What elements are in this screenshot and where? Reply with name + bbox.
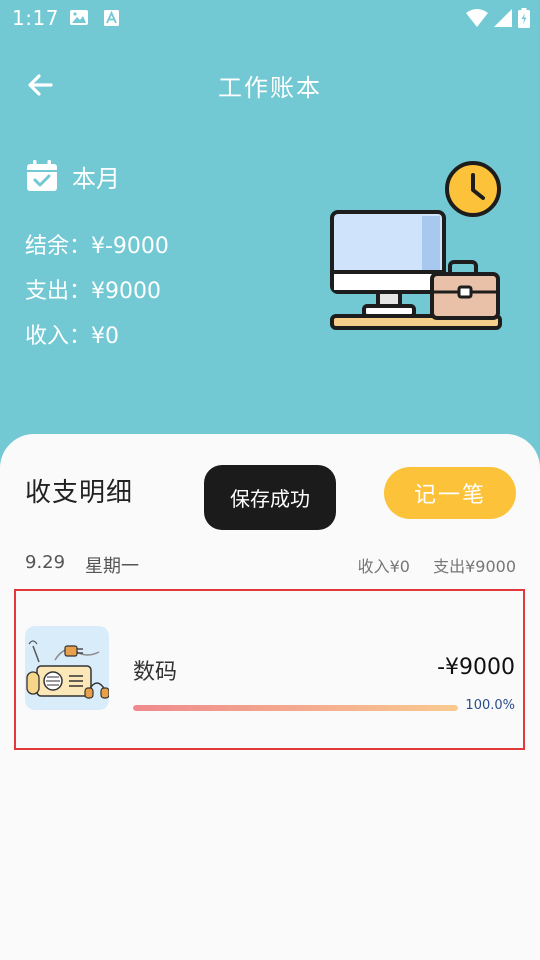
income-text: 收入：¥0 [25,324,119,349]
a-notification-icon [104,10,119,26]
period-label: 本月 [72,164,120,193]
status-time: 1:17 [12,6,59,30]
record-progress-fill [133,705,458,711]
image-notification-icon [70,10,88,25]
day-expense: 支出¥9000 [433,557,516,576]
day-date: 9.29 [25,552,66,573]
workspace-illustration [330,161,502,330]
expense-text: 支出：¥9000 [25,279,161,304]
record-progress-track [133,705,458,711]
record-amount: -¥9000 [437,655,515,680]
battery-icon [518,8,530,28]
digital-device-icon [26,640,109,699]
balance-text: 结余：¥-9000 [25,234,169,259]
category-icon-box [25,626,109,710]
wifi-icon [466,9,488,27]
record-category: 数码 [133,660,178,685]
signal-icon [494,9,512,27]
calendar-check-icon [27,160,57,191]
record-percent: 100.0% [465,698,515,713]
day-group-header: 9.29 星期一 收入¥0 支出¥9000 [25,552,516,578]
record-item[interactable]: 数码 -¥9000 100.0% [14,589,525,750]
day-weekday: 星期一 [85,556,139,577]
period-selector: 本月 [26,158,120,194]
details-title: 收支明细 [25,478,134,508]
system-status-icons [466,8,530,28]
page-title: 工作账本 [218,74,322,102]
save-toast: 保存成功 [204,465,336,530]
status-bar: 1:17 [0,0,540,36]
app-header: 工作账本 [0,60,540,110]
day-income: 收入¥0 [357,557,410,576]
add-record-button[interactable]: 记一笔 [384,467,516,519]
